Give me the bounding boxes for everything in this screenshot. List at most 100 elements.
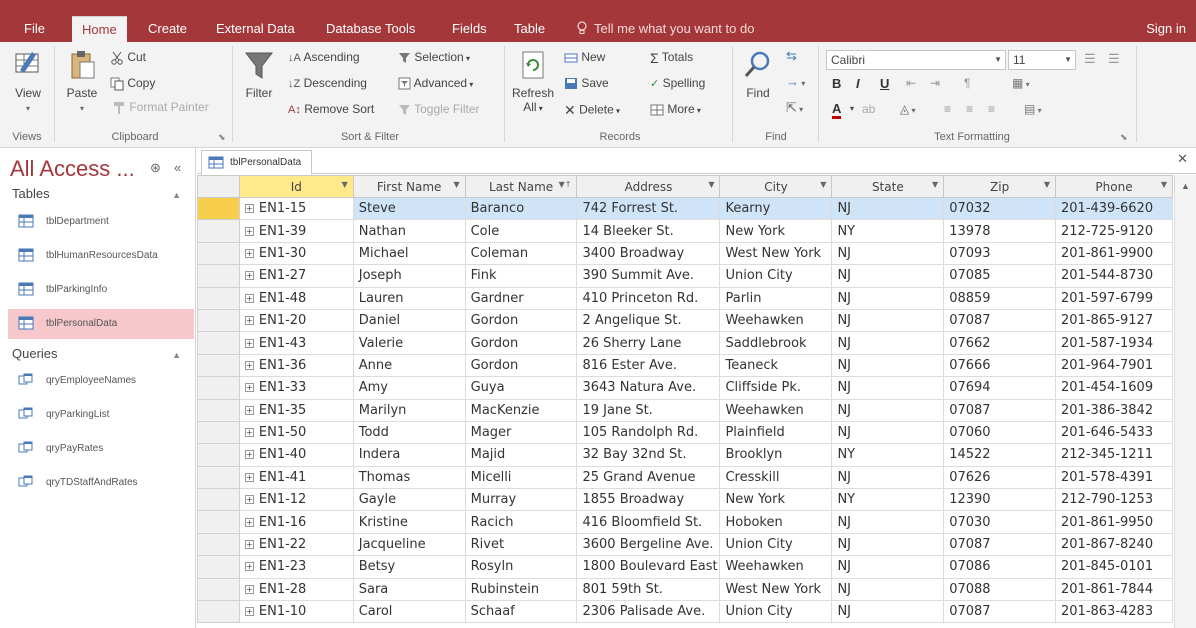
table-cell[interactable]: West New York: [719, 241, 833, 266]
table-cell[interactable]: 3400 Broadway: [576, 241, 721, 266]
table-row[interactable]: + EN1-23 Betsy Rosyln 1800 Boulevard East Wee…: [197, 555, 1173, 579]
table-cell[interactable]: 201-646-5433: [1055, 420, 1173, 445]
expand-subdatasheet-icon[interactable]: +: [244, 607, 254, 617]
table-cell[interactable]: 14 Bleeker St.: [576, 219, 721, 243]
column-header-phone[interactable]: Phone ▼: [1055, 175, 1173, 198]
table-cell[interactable]: 07087: [943, 398, 1056, 422]
expand-subdatasheet-icon[interactable]: +: [244, 517, 254, 527]
select-all-corner[interactable]: [197, 175, 240, 198]
chevron-down-icon[interactable]: ▼: [1161, 180, 1167, 189]
record-selector[interactable]: [197, 219, 240, 243]
totals-button[interactable]: Σ Totals: [650, 50, 693, 66]
chevron-down-icon[interactable]: ▼: [453, 180, 459, 189]
table-cell[interactable]: + EN1-50: [238, 420, 354, 445]
table-row[interactable]: + EN1-50 Todd Mager 105 Randolph Rd. Plainfie…: [197, 420, 1173, 445]
record-selector[interactable]: [197, 398, 240, 422]
table-cell[interactable]: Brooklyn: [719, 443, 833, 467]
table-row[interactable]: + EN1-43 Valerie Gordon 26 Sherry Lane Saddle…: [197, 331, 1173, 355]
table-cell[interactable]: + EN1-20: [238, 308, 354, 333]
table-cell[interactable]: Gayle: [352, 488, 466, 512]
table-cell[interactable]: + EN1-15: [238, 196, 354, 221]
table-cell[interactable]: 07032: [943, 196, 1056, 221]
new-record-button[interactable]: New: [564, 50, 605, 64]
nav-item-tblPersonalData[interactable]: tblPersonalData: [8, 309, 194, 339]
table-cell[interactable]: New York: [719, 219, 833, 243]
table-cell[interactable]: West New York: [719, 577, 833, 602]
table-cell[interactable]: Union City: [719, 264, 833, 288]
record-selector[interactable]: [197, 331, 240, 355]
table-cell[interactable]: NJ: [831, 465, 945, 490]
record-selector[interactable]: [197, 600, 240, 624]
table-cell[interactable]: Weehawken: [719, 308, 833, 333]
table-cell[interactable]: 816 Ester Ave.: [576, 353, 721, 378]
table-cell[interactable]: 410 Princeton Rd.: [576, 286, 721, 310]
nav-item-tblHumanResourcesData[interactable]: tblHumanResourcesData: [8, 241, 194, 271]
table-cell[interactable]: Thomas: [352, 465, 466, 490]
italic-icon[interactable]: I: [856, 76, 860, 91]
table-cell[interactable]: 201-578-4391: [1055, 465, 1173, 490]
table-row[interactable]: + EN1-22 Jacqueline Rivet 3600 Bergeline Ave…: [197, 532, 1173, 557]
table-cell[interactable]: NJ: [831, 264, 945, 288]
table-cell[interactable]: Jacqueline: [352, 532, 466, 557]
table-cell[interactable]: NJ: [831, 420, 945, 445]
table-row[interactable]: + EN1-10 Carol Schaaf 2306 Palisade Ave. Unio…: [197, 600, 1173, 624]
table-cell[interactable]: Cliffside Pk.: [719, 376, 833, 400]
table-cell[interactable]: Union City: [719, 600, 833, 624]
table-cell[interactable]: Marilyn: [352, 398, 466, 422]
table-cell[interactable]: + EN1-16: [238, 510, 354, 534]
column-header-last-name[interactable]: Last Name ▼↑: [464, 175, 578, 198]
expand-subdatasheet-icon[interactable]: +: [244, 383, 254, 393]
cut-button[interactable]: Cut: [110, 50, 146, 65]
nav-item-qryTDStaffAndRates[interactable]: qryTDStaffAndRates: [8, 468, 194, 498]
table-cell[interactable]: Carol: [352, 600, 466, 624]
refresh-all-button[interactable]: Refresh All ▾: [510, 48, 556, 114]
table-row[interactable]: + EN1-35 Marilyn MacKenzie 19 Jane St. Weehaw…: [197, 398, 1173, 422]
table-cell[interactable]: + EN1-41: [238, 465, 354, 490]
table-cell[interactable]: Union City: [719, 532, 833, 557]
table-cell[interactable]: NJ: [831, 398, 945, 422]
table-cell[interactable]: Daniel: [352, 308, 466, 333]
record-selector[interactable]: [197, 532, 240, 557]
table-cell[interactable]: Lauren: [352, 286, 466, 310]
table-cell[interactable]: Gordon: [464, 353, 578, 378]
table-cell[interactable]: Micelli: [464, 465, 578, 490]
record-selector[interactable]: [197, 420, 240, 445]
table-cell[interactable]: Cole: [464, 219, 578, 243]
table-cell[interactable]: Joseph: [352, 264, 466, 288]
delete-record-button[interactable]: ✕ Delete ▾: [564, 102, 620, 119]
tab-table[interactable]: Table: [504, 16, 555, 42]
find-button[interactable]: Find: [738, 48, 778, 100]
table-cell[interactable]: New York: [719, 488, 833, 512]
copy-button[interactable]: Copy: [110, 76, 155, 91]
sign-in-link[interactable]: Sign in: [1146, 16, 1186, 42]
chevron-down-icon[interactable]: ▼: [820, 180, 826, 189]
tables-section-header[interactable]: Tables: [12, 186, 50, 201]
table-cell[interactable]: Rivet: [464, 532, 578, 557]
font-color-dropdown-icon[interactable]: ▾: [850, 104, 854, 113]
toggle-filter-button[interactable]: Toggle Filter: [398, 102, 480, 116]
table-cell[interactable]: NJ: [831, 376, 945, 400]
table-row[interactable]: + EN1-48 Lauren Gardner 410 Princeton Rd. Par…: [197, 286, 1173, 310]
table-cell[interactable]: 19 Jane St.: [576, 398, 721, 422]
table-row[interactable]: + EN1-16 Kristine Racich 416 Bloomfield St. H…: [197, 510, 1173, 534]
chevron-down-icon[interactable]: ▼: [708, 180, 714, 189]
nav-item-tblParkingInfo[interactable]: tblParkingInfo: [8, 275, 194, 305]
table-cell[interactable]: Weehawken: [719, 555, 833, 579]
bold-icon[interactable]: B: [832, 76, 841, 91]
highlight-icon[interactable]: ab: [862, 102, 875, 116]
expand-subdatasheet-icon[interactable]: +: [244, 204, 254, 214]
table-cell[interactable]: Schaaf: [464, 600, 578, 624]
record-selector[interactable]: [197, 353, 240, 378]
table-cell[interactable]: 201-861-7844: [1055, 577, 1173, 602]
table-cell[interactable]: 3643 Natura Ave.: [576, 376, 721, 400]
expand-subdatasheet-icon[interactable]: +: [244, 540, 254, 550]
table-cell[interactable]: NJ: [831, 555, 945, 579]
table-cell[interactable]: Sara: [352, 577, 466, 602]
table-cell[interactable]: Racich: [464, 510, 578, 534]
selection-button[interactable]: Selection ▾: [398, 50, 470, 64]
table-cell[interactable]: 3600 Bergeline Ave.: [576, 532, 721, 557]
table-cell[interactable]: 390 Summit Ave.: [576, 264, 721, 288]
table-cell[interactable]: 2306 Palisade Ave.: [576, 600, 721, 624]
table-cell[interactable]: NJ: [831, 600, 945, 624]
table-cell[interactable]: + EN1-22: [238, 532, 354, 557]
